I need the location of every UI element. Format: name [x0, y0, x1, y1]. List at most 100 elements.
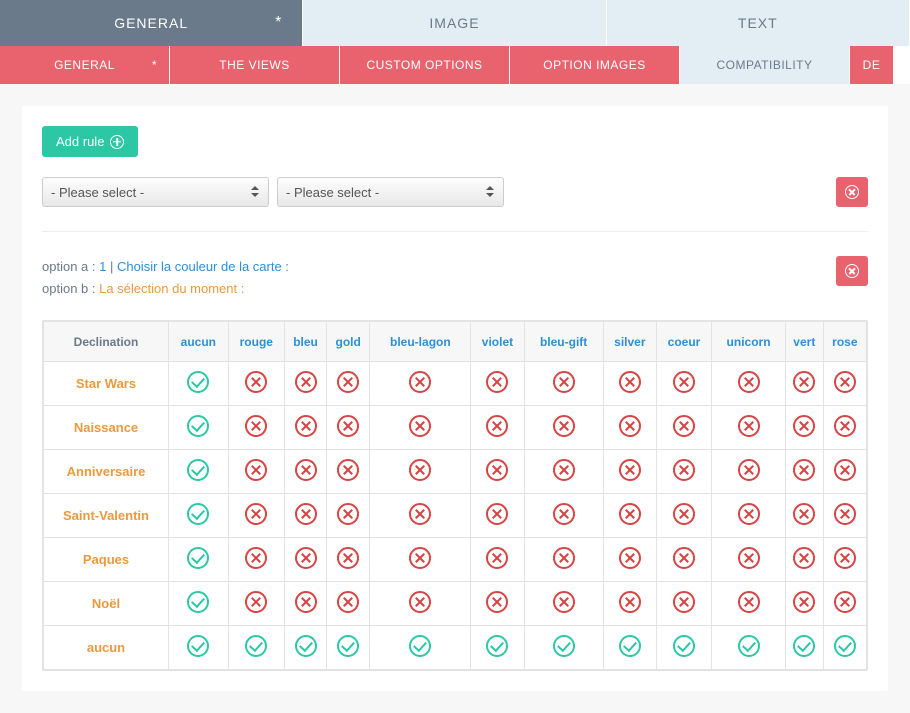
grid-cell[interactable] [785, 450, 823, 494]
grid-col-unicorn[interactable]: unicorn [712, 322, 786, 362]
grid-cell[interactable] [603, 494, 656, 538]
grid-cell[interactable] [656, 538, 711, 582]
delete-grid-button[interactable] [836, 256, 868, 286]
grid-row-naissance[interactable]: Naissance [44, 406, 169, 450]
grid-cell[interactable] [169, 406, 229, 450]
grid-col-bleu-gift[interactable]: bleu-gift [524, 322, 603, 362]
grid-col-silver[interactable]: silver [603, 322, 656, 362]
grid-cell[interactable] [524, 450, 603, 494]
grid-col-gold[interactable]: gold [327, 322, 370, 362]
grid-cell[interactable] [284, 450, 326, 494]
grid-cell[interactable] [370, 538, 471, 582]
grid-cell[interactable] [327, 494, 370, 538]
grid-cell[interactable] [284, 626, 326, 670]
grid-cell[interactable] [656, 362, 711, 406]
grid-cell[interactable] [169, 582, 229, 626]
grid-cell[interactable] [823, 406, 866, 450]
grid-cell[interactable] [603, 406, 656, 450]
grid-cell[interactable] [823, 582, 866, 626]
grid-cell[interactable] [169, 538, 229, 582]
top-tab-text[interactable]: TEXT [607, 0, 910, 46]
sub-tab-compatibility[interactable]: COMPATIBILITY [680, 46, 850, 84]
grid-cell[interactable] [785, 362, 823, 406]
grid-cell[interactable] [524, 494, 603, 538]
grid-cell[interactable] [327, 538, 370, 582]
option-b-select[interactable]: - Please select - [277, 177, 504, 207]
grid-row-paques[interactable]: Paques [44, 538, 169, 582]
grid-cell[interactable] [370, 406, 471, 450]
grid-cell[interactable] [169, 626, 229, 670]
grid-cell[interactable] [712, 450, 786, 494]
grid-cell[interactable] [656, 582, 711, 626]
grid-cell[interactable] [228, 450, 284, 494]
grid-row-aucun[interactable]: aucun [44, 626, 169, 670]
sub-tab-custom-options[interactable]: CUSTOM OPTIONS [340, 46, 510, 84]
sub-tab-the-views[interactable]: THE VIEWS [170, 46, 340, 84]
grid-cell[interactable] [656, 406, 711, 450]
grid-col-aucun[interactable]: aucun [169, 322, 229, 362]
grid-cell[interactable] [785, 538, 823, 582]
top-tab-image[interactable]: IMAGE [303, 0, 606, 46]
grid-cell[interactable] [471, 582, 524, 626]
grid-cell[interactable] [370, 494, 471, 538]
grid-row-noël[interactable]: Noël [44, 582, 169, 626]
grid-col-coeur[interactable]: coeur [656, 322, 711, 362]
grid-cell[interactable] [284, 362, 326, 406]
grid-col-vert[interactable]: vert [785, 322, 823, 362]
grid-cell[interactable] [228, 406, 284, 450]
grid-cell[interactable] [603, 626, 656, 670]
grid-cell[interactable] [712, 582, 786, 626]
grid-cell[interactable] [327, 582, 370, 626]
grid-cell[interactable] [656, 450, 711, 494]
grid-cell[interactable] [524, 362, 603, 406]
grid-cell[interactable] [712, 362, 786, 406]
grid-cell[interactable] [785, 582, 823, 626]
grid-cell[interactable] [823, 362, 866, 406]
option-a-select[interactable]: - Please select - [42, 177, 269, 207]
grid-cell[interactable] [712, 494, 786, 538]
grid-cell[interactable] [327, 406, 370, 450]
grid-cell[interactable] [327, 362, 370, 406]
grid-cell[interactable] [656, 626, 711, 670]
grid-cell[interactable] [370, 450, 471, 494]
grid-cell[interactable] [471, 494, 524, 538]
grid-cell[interactable] [785, 626, 823, 670]
grid-row-anniversaire[interactable]: Anniversaire [44, 450, 169, 494]
grid-cell[interactable] [471, 450, 524, 494]
top-tab-general[interactable]: GENERAL* [0, 0, 303, 46]
sub-tab-general[interactable]: GENERAL* [0, 46, 170, 84]
grid-cell[interactable] [712, 406, 786, 450]
grid-cell[interactable] [785, 494, 823, 538]
grid-cell[interactable] [228, 494, 284, 538]
grid-col-violet[interactable]: violet [471, 322, 524, 362]
grid-cell[interactable] [284, 538, 326, 582]
grid-cell[interactable] [823, 538, 866, 582]
grid-cell[interactable] [284, 494, 326, 538]
grid-cell[interactable] [169, 450, 229, 494]
grid-cell[interactable] [169, 494, 229, 538]
grid-cell[interactable] [712, 626, 786, 670]
grid-cell[interactable] [785, 406, 823, 450]
grid-row-saint-valentin[interactable]: Saint-Valentin [44, 494, 169, 538]
grid-col-bleu[interactable]: bleu [284, 322, 326, 362]
grid-cell[interactable] [471, 362, 524, 406]
grid-cell[interactable] [823, 494, 866, 538]
grid-cell[interactable] [370, 582, 471, 626]
grid-cell[interactable] [284, 582, 326, 626]
sub-tab-de[interactable]: DE [850, 46, 894, 84]
grid-cell[interactable] [228, 626, 284, 670]
grid-cell[interactable] [327, 626, 370, 670]
sub-tab-option-images[interactable]: OPTION IMAGES [510, 46, 680, 84]
grid-cell[interactable] [524, 406, 603, 450]
grid-cell[interactable] [603, 362, 656, 406]
grid-cell[interactable] [524, 582, 603, 626]
grid-cell[interactable] [228, 538, 284, 582]
grid-row-star-wars[interactable]: Star Wars [44, 362, 169, 406]
grid-cell[interactable] [823, 626, 866, 670]
grid-col-rose[interactable]: rose [823, 322, 866, 362]
grid-cell[interactable] [471, 626, 524, 670]
grid-cell[interactable] [656, 494, 711, 538]
grid-cell[interactable] [471, 538, 524, 582]
grid-cell[interactable] [603, 450, 656, 494]
grid-cell[interactable] [603, 538, 656, 582]
